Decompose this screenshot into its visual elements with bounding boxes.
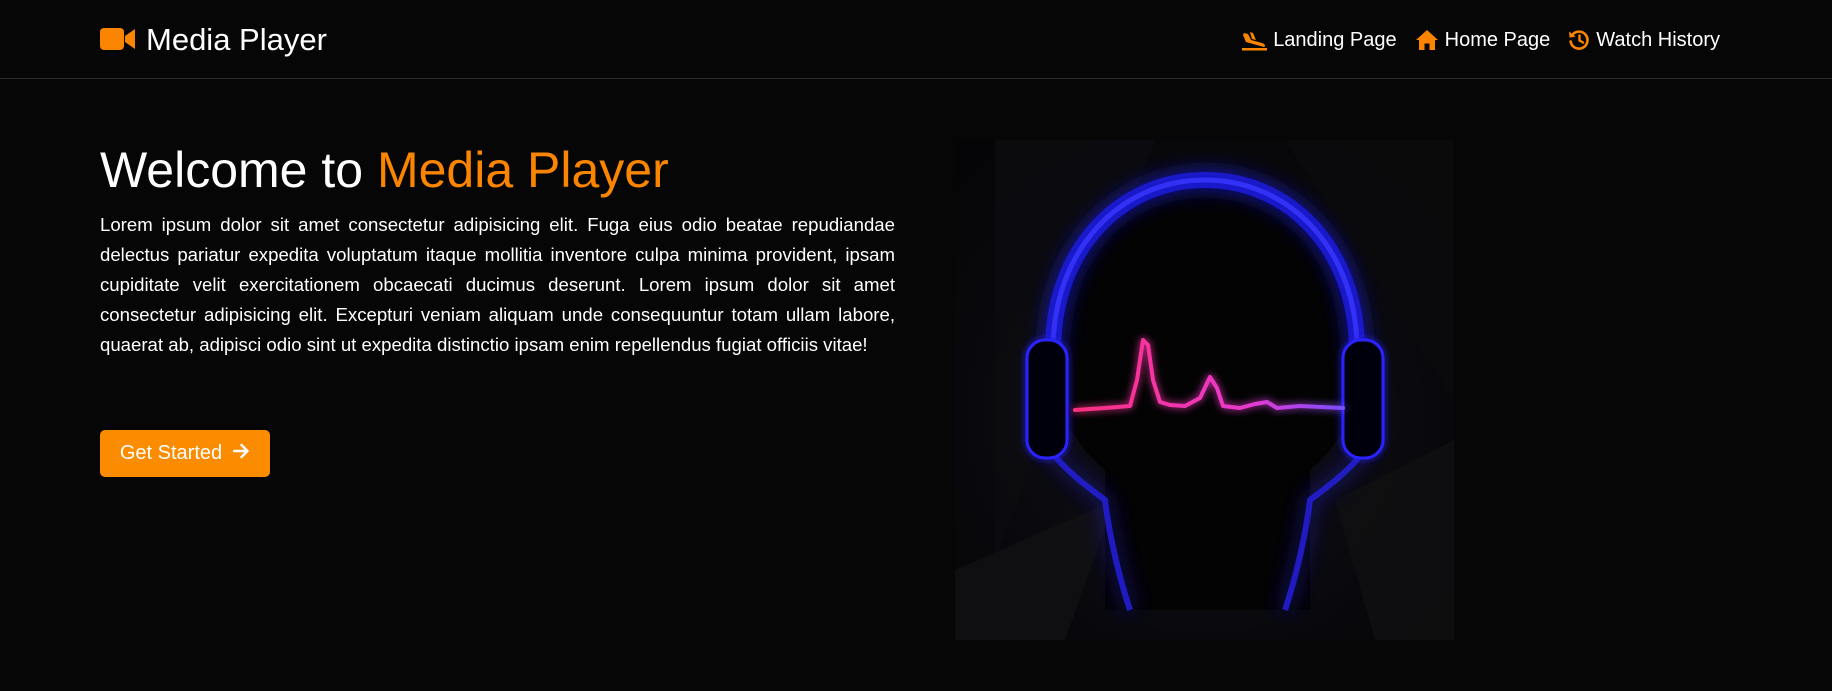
get-started-button[interactable]: Get Started [100, 430, 270, 477]
hero-title-prefix: Welcome to [100, 142, 377, 198]
hero-section: Welcome to Media Player Lorem ipsum dolo… [100, 138, 895, 360]
nav-link-label: Home Page [1444, 28, 1551, 51]
nav-link-label: Landing Page [1273, 28, 1397, 51]
brand-link[interactable]: Media Player [100, 20, 327, 58]
hero-image [955, 140, 1454, 640]
history-icon [1568, 29, 1590, 51]
hero-description: Lorem ipsum dolor sit amet consectetur a… [100, 214, 895, 355]
nav-link-watch-history[interactable]: Watch History [1568, 29, 1720, 52]
nav-link-landing-page[interactable]: Landing Page [1242, 28, 1397, 52]
nav-link-home-page[interactable]: Home Page [1415, 28, 1551, 52]
house-icon [1415, 29, 1439, 51]
navbar: Media Player Landing Page Home Page Watc… [0, 0, 1832, 79]
nav-link-label: Watch History [1596, 28, 1720, 51]
plane-landing-icon [1242, 29, 1268, 51]
arrow-right-icon [232, 442, 250, 466]
nav-links: Landing Page Home Page Watch History [1242, 24, 1720, 56]
hero-title: Welcome to Media Player [100, 138, 895, 202]
brand-title: Media Player [146, 21, 327, 57]
hero-title-accent: Media Player [376, 142, 669, 198]
video-camera-icon [100, 26, 136, 52]
get-started-label: Get Started [119, 442, 223, 464]
